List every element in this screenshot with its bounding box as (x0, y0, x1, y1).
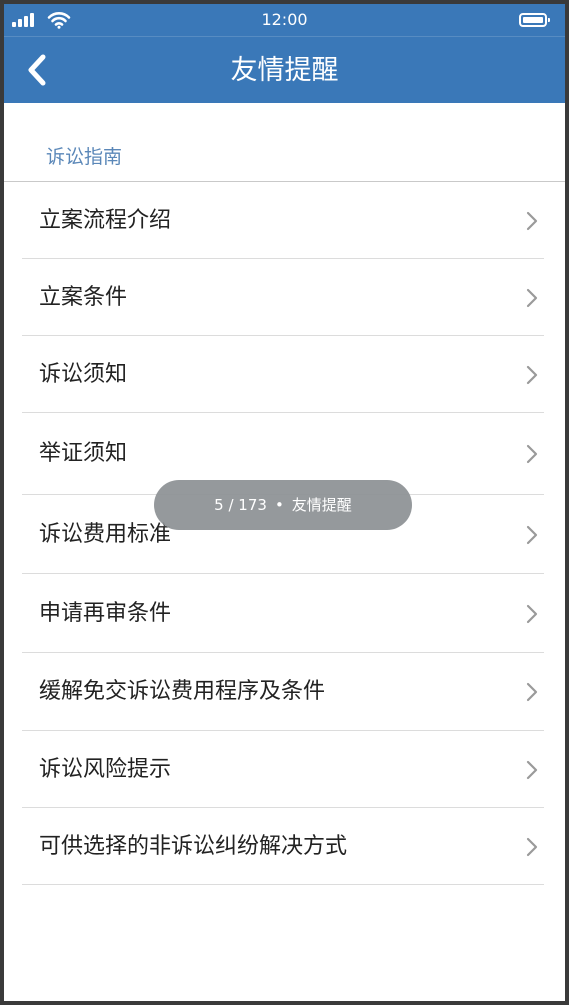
list-item[interactable]: 诉讼须知 (4, 336, 565, 413)
list-item-label: 诉讼须知 (39, 361, 128, 387)
chevron-right-icon (526, 525, 538, 544)
list-item-label: 缓解免交诉讼费用程序及条件 (39, 679, 326, 704)
chevron-right-icon (526, 365, 538, 384)
list-item-label: 诉讼费用标准 (39, 521, 172, 547)
section-title: 诉讼指南 (46, 146, 123, 168)
battery-icon (519, 13, 550, 27)
chevron-right-icon (526, 211, 538, 230)
list-item[interactable]: 可供选择的非诉讼纠纷解决方式 (4, 808, 565, 885)
list-item-label: 申请再审条件 (39, 600, 172, 626)
toast-label: 友情提醒 (291, 496, 352, 514)
chevron-right-icon (526, 288, 538, 307)
list-item[interactable]: 诉讼风险提示 (4, 731, 565, 808)
phone-screen: 12:00 友情提醒 诉讼指南 立案流程介绍 立案条件 诉讼须知 举证须知 诉讼… (4, 4, 565, 1001)
page-indicator-toast: 5 / 173 • 友情提醒 (154, 480, 412, 530)
list-item[interactable]: 申请再审条件 (4, 574, 565, 653)
list-item[interactable]: 立案条件 (4, 259, 565, 336)
status-bar: 12:00 (4, 4, 565, 36)
list-item[interactable]: 缓解免交诉讼费用程序及条件 (4, 653, 565, 731)
list-item[interactable]: 立案流程介绍 (4, 182, 565, 259)
list-item-label: 可供选择的非诉讼纠纷解决方式 (39, 833, 348, 859)
chevron-right-icon (526, 837, 538, 856)
list-item-label: 诉讼风险提示 (39, 756, 172, 782)
chevron-right-icon (526, 682, 538, 702)
list-item-label: 立案条件 (39, 284, 128, 310)
nav-bar: 友情提醒 (4, 36, 565, 103)
page-title: 友情提醒 (230, 55, 339, 86)
toast-separator: • (274, 496, 284, 514)
status-time: 12:00 (261, 10, 308, 29)
chevron-right-icon (526, 760, 538, 779)
guide-list: 立案流程介绍 立案条件 诉讼须知 举证须知 诉讼费用标准 申请再审条件 缓解免交… (4, 182, 565, 885)
list-item-label: 举证须知 (39, 441, 128, 466)
chevron-right-icon (526, 444, 538, 464)
list-item-label: 立案流程介绍 (39, 207, 172, 233)
toast-page-count: 5 / 173 (214, 496, 267, 514)
chevron-right-icon (526, 604, 538, 623)
